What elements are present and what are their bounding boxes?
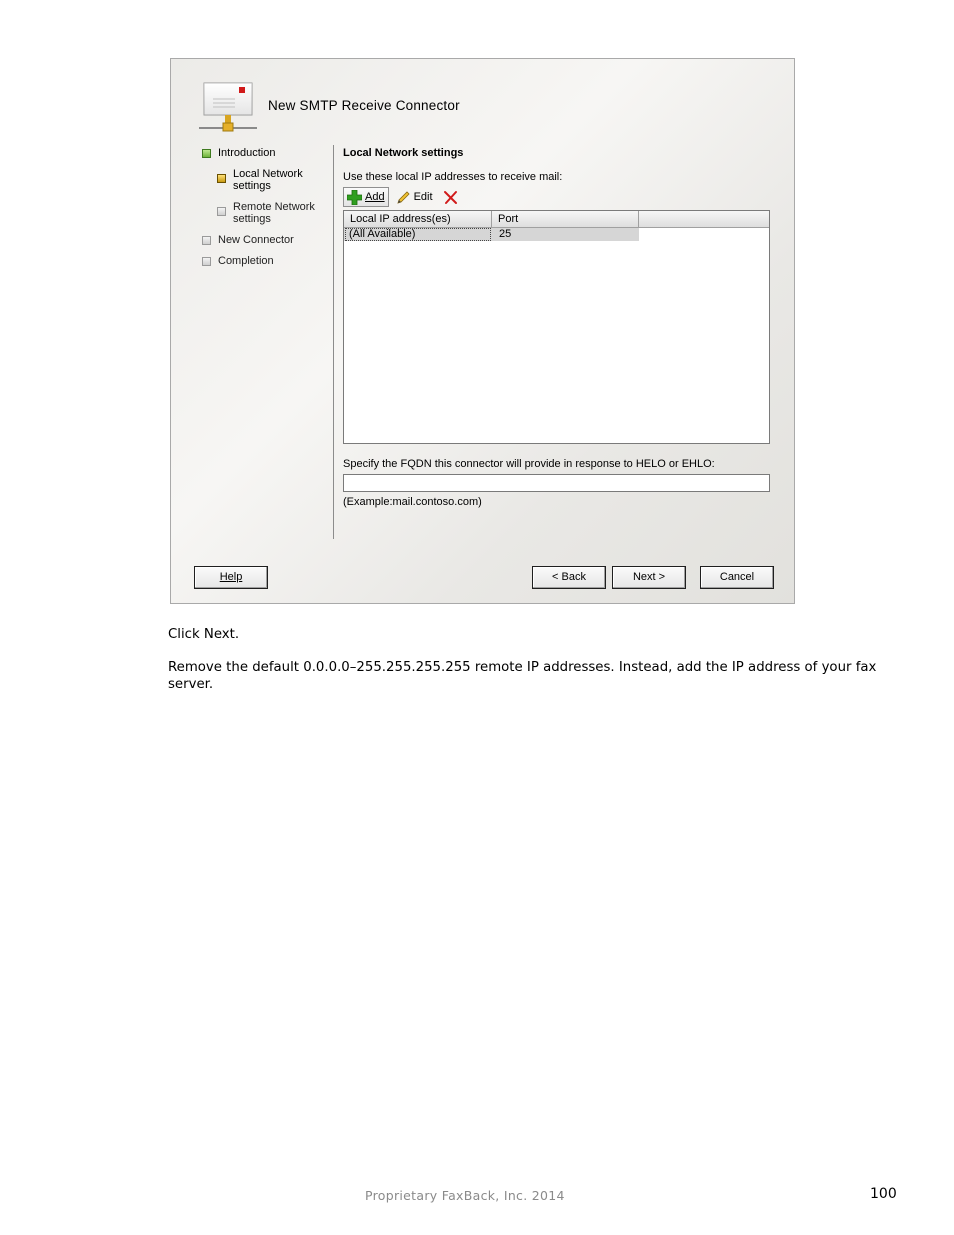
- back-button[interactable]: < Back: [532, 566, 606, 589]
- ip-toolbar: Add Edit: [343, 186, 468, 208]
- next-label: Next >: [632, 571, 666, 583]
- paragraph-click-next: Click Next.: [168, 627, 240, 642]
- next-button[interactable]: Next >: [612, 566, 686, 589]
- add-label: Add: [365, 191, 385, 203]
- step-label: New Connector: [218, 234, 294, 246]
- smtp-connector-dialog: New SMTP Receive Connector Introduction …: [170, 58, 795, 604]
- fqdn-example: (Example:mail.contoso.com): [343, 496, 482, 508]
- page-number: 100: [870, 1186, 897, 1202]
- delete-icon: [443, 190, 457, 204]
- back-label: < Back: [552, 571, 586, 583]
- column-header-port[interactable]: Port: [492, 211, 639, 227]
- edit-button[interactable]: Edit: [393, 187, 436, 207]
- fqdn-label: Specify the FQDN this connector will pro…: [343, 458, 715, 470]
- help-label: Help: [219, 571, 243, 583]
- cancel-label: Cancel: [719, 571, 755, 583]
- wizard-step-completion: Completion: [202, 255, 274, 267]
- fqdn-input[interactable]: [343, 474, 770, 492]
- ip-list-description: Use these local IP addresses to receive …: [343, 171, 563, 183]
- wizard-step-introduction: Introduction: [202, 147, 275, 159]
- step-current-icon: [217, 174, 226, 183]
- column-header-ip[interactable]: Local IP address(es): [344, 211, 492, 227]
- cell-ip: (All Available): [349, 228, 416, 240]
- cancel-button[interactable]: Cancel: [700, 566, 774, 589]
- help-button[interactable]: Help: [194, 566, 268, 589]
- wizard-step-local-network: Local Network settings: [217, 168, 317, 192]
- step-label: Remote Network settings: [233, 201, 315, 225]
- dialog-title: New SMTP Receive Connector: [268, 98, 460, 113]
- connector-icon: [199, 81, 261, 137]
- cell-port: 25: [499, 228, 512, 240]
- add-button[interactable]: Add: [343, 187, 389, 207]
- vertical-divider: [333, 145, 334, 539]
- step-label: Introduction: [218, 147, 276, 159]
- step-pending-icon: [202, 236, 211, 245]
- plus-icon: [347, 189, 362, 205]
- pencil-icon: [396, 190, 410, 204]
- step-pending-icon: [202, 257, 211, 266]
- paragraph-remove-default: Remove the default 0.0.0.0–255.255.255.2…: [168, 660, 877, 692]
- step-label: Completion: [218, 255, 274, 267]
- edit-label: Edit: [413, 191, 433, 203]
- delete-button[interactable]: [440, 187, 464, 207]
- step-pending-icon: [217, 207, 226, 216]
- page-footer: Proprietary FaxBack, Inc. 2014: [365, 1188, 565, 1203]
- wizard-step-new-connector: New Connector: [202, 234, 294, 246]
- step-complete-icon: [202, 149, 211, 158]
- step-label: Local Network settings: [233, 168, 303, 192]
- section-title: Local Network settings: [343, 147, 464, 159]
- grid-header: Local IP address(es) Port: [344, 211, 769, 228]
- table-row[interactable]: (All Available) 25: [344, 228, 639, 241]
- ip-address-grid[interactable]: Local IP address(es) Port (All Available…: [343, 210, 770, 444]
- wizard-step-remote-network: Remote Network settings: [217, 201, 317, 225]
